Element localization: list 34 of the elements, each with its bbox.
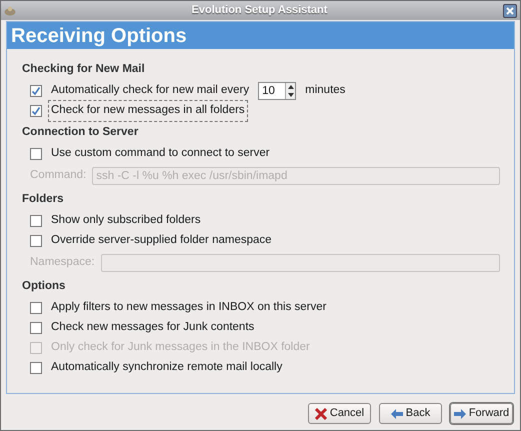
unit-label: minutes [304,83,346,98]
wizard-button[interactable]: Cancel [308,403,371,424]
section-heading: Connection to Server [22,124,138,140]
checkbox-label[interactable]: Check new messages for Junk contents [48,317,258,339]
page-title: Receiving Options [11,26,187,46]
field-label: Command: [30,168,86,184]
checkbox-label[interactable]: Use custom command to connect to server [48,143,273,165]
close-icon [506,6,514,14]
checkbox[interactable] [30,302,42,314]
section-heading: Folders [22,192,64,207]
checkbox[interactable] [30,362,42,374]
section-heading: Options [22,278,66,294]
wizard-button[interactable]: Forward [450,403,513,424]
close-icon [314,408,327,420]
checkbox-label[interactable]: Override server-supplied folder namespace [48,230,275,252]
checkbox[interactable] [30,215,42,227]
checkbox-label[interactable]: Automatically synchronize remote mail locally [48,357,286,379]
checkbox[interactable] [30,235,42,247]
checkbox[interactable] [30,85,42,97]
checkbox[interactable] [30,148,42,160]
checkbox-label[interactable]: Automatically check for new mail every [48,80,252,102]
minutes-spinner[interactable]: 10 [258,82,296,100]
checkbox-label[interactable]: Check for new messages in all folders [48,100,248,122]
checkbox[interactable] [30,105,42,117]
wizard-button[interactable]: Back [379,403,442,424]
section-heading: Checking for New Mail [22,62,145,77]
checkbox-label[interactable]: Show only subscribed folders [48,210,204,232]
left-arrow-icon [390,408,403,418]
window-title: Evolution Setup Assistant [190,3,328,18]
checkbox-label[interactable]: Apply filters to new messages in INBOX on this server [48,297,330,319]
checkbox[interactable] [30,322,42,334]
right-arrow-icon [454,408,466,418]
field-label: Namespace: [30,255,95,270]
close-button[interactable] [503,4,517,18]
